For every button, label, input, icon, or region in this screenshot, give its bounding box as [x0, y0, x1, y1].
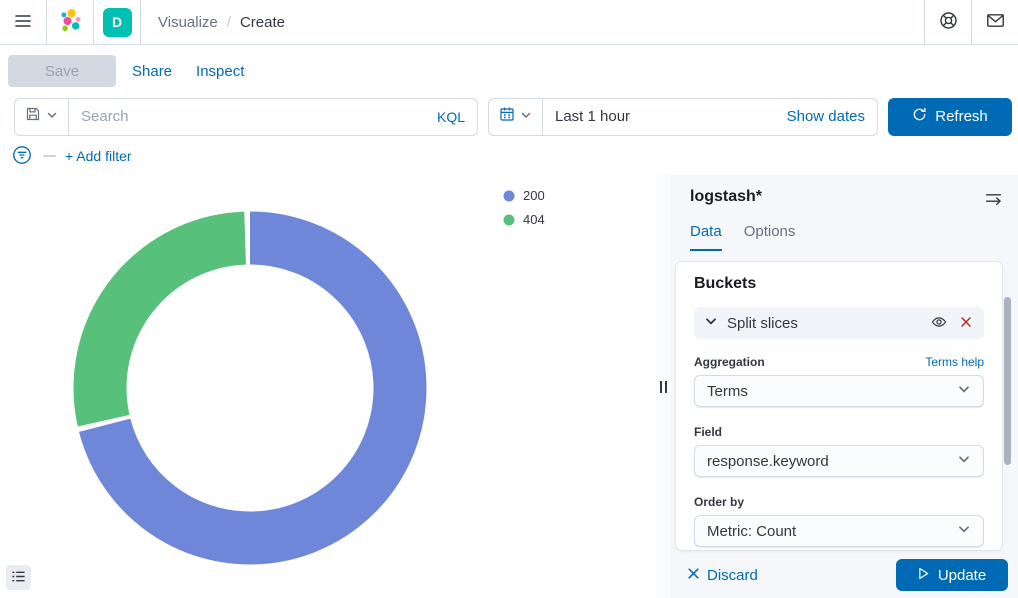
split-slices-row[interactable]: Split slices: [694, 307, 984, 339]
menu-right-icon: [985, 195, 1002, 210]
search-input[interactable]: [69, 108, 437, 125]
show-dates-button[interactable]: Show dates: [787, 108, 877, 125]
index-pattern-title: logstash*: [690, 188, 762, 206]
field-select[interactable]: response.keyword: [694, 445, 984, 477]
chevron-down-icon: [957, 522, 971, 540]
breadcrumb-create: Create: [240, 14, 285, 31]
toggle-visibility-button[interactable]: [929, 312, 949, 335]
hamburger-icon: [14, 13, 32, 32]
menu-button[interactable]: [0, 0, 46, 44]
buckets-card: Buckets Split slices: [676, 262, 1002, 550]
resizer-grip-icon: [660, 381, 662, 393]
visualization-area: 200 404: [0, 175, 655, 598]
top-header: D Visualize / Create: [0, 0, 1018, 45]
tab-data[interactable]: Data: [690, 223, 722, 251]
chevron-down-icon: [46, 108, 58, 126]
share-button[interactable]: Share: [132, 63, 172, 80]
query-bar: KQL Last 1 hour Show dates Refresh: [0, 96, 1018, 137]
split-slices-label: Split slices: [727, 315, 920, 332]
remove-bucket-button[interactable]: [958, 314, 974, 333]
space-switcher[interactable]: D: [94, 0, 140, 44]
field-label: Field: [694, 425, 984, 439]
saved-query-menu[interactable]: [15, 99, 69, 135]
update-button[interactable]: Update: [896, 559, 1008, 591]
filter-options-button[interactable]: [10, 143, 34, 170]
panel-resizer[interactable]: [655, 175, 671, 598]
breadcrumb-visualize[interactable]: Visualize: [158, 14, 218, 31]
refresh-button[interactable]: Refresh: [888, 98, 1012, 136]
aggregation-label: Aggregation: [694, 355, 765, 369]
eye-icon: [931, 314, 947, 333]
help-button[interactable]: [925, 0, 971, 44]
resizer-grip-icon: [665, 381, 667, 393]
order-by-value: Metric: Count: [707, 523, 796, 540]
cross-icon: [687, 567, 700, 584]
breadcrumb: Visualize / Create: [141, 14, 285, 31]
date-picker: Last 1 hour Show dates: [488, 98, 878, 136]
help-lifering-icon: [939, 11, 958, 33]
time-range-value[interactable]: Last 1 hour: [543, 108, 630, 125]
add-filter-button[interactable]: + Add filter: [65, 148, 132, 164]
editor-panel: logstash* Data Options Buckets Split sli…: [671, 175, 1018, 598]
search-box: KQL: [14, 98, 478, 136]
filter-divider: [43, 155, 56, 157]
legend-label-200: 200: [523, 188, 545, 203]
legend-dot-200: [503, 190, 515, 202]
refresh-label: Refresh: [935, 108, 988, 125]
filter-in-circle-icon: [12, 145, 32, 168]
space-badge: D: [103, 8, 132, 37]
refresh-icon: [912, 107, 927, 126]
filter-bar: + Add filter: [0, 137, 1018, 175]
elastic-logo-icon: [57, 8, 83, 37]
editor-footer: Discard Update: [671, 552, 1018, 598]
newsfeed-button[interactable]: [972, 0, 1018, 44]
kql-switcher[interactable]: KQL: [437, 109, 477, 125]
donut-chart: [70, 208, 430, 568]
chevron-down-icon: [520, 108, 532, 126]
collapse-panel-button[interactable]: [983, 188, 1004, 212]
aggregation-value: Terms: [707, 383, 748, 400]
buckets-heading: Buckets: [694, 275, 984, 293]
breadcrumb-separator: /: [227, 14, 231, 31]
red-cross-icon: [960, 316, 972, 331]
visualize-toolbar: Save Share Inspect: [0, 46, 1018, 96]
panel-scrollbar[interactable]: [1004, 297, 1011, 465]
aggregation-select[interactable]: Terms: [694, 375, 984, 407]
list-icon: [11, 569, 26, 587]
save-query-icon: [25, 106, 41, 127]
chevron-down-icon: [957, 382, 971, 400]
legend-toggle-button[interactable]: [6, 565, 31, 590]
main-content: 200 404 logstash*: [0, 175, 1018, 598]
save-button[interactable]: Save: [8, 55, 116, 87]
discard-label: Discard: [707, 567, 758, 584]
inspect-button[interactable]: Inspect: [196, 63, 244, 80]
chart-legend: 200 404: [503, 188, 545, 227]
legend-dot-404: [503, 214, 515, 226]
order-by-select[interactable]: Metric: Count: [694, 515, 984, 547]
update-label: Update: [938, 567, 986, 584]
field-value: response.keyword: [707, 453, 829, 470]
tab-options[interactable]: Options: [744, 223, 796, 251]
chevron-down-icon: [704, 314, 718, 333]
discard-button[interactable]: Discard: [687, 567, 758, 584]
mail-icon: [986, 11, 1005, 33]
calendar-icon: [499, 106, 515, 127]
legend-item-404[interactable]: 404: [503, 212, 545, 227]
date-quick-menu[interactable]: [489, 99, 543, 135]
terms-help-link[interactable]: Terms help: [925, 355, 984, 369]
play-icon: [918, 567, 929, 584]
editor-tabs: Data Options: [671, 223, 1018, 251]
legend-label-404: 404: [523, 212, 545, 227]
elastic-logo[interactable]: [47, 0, 93, 44]
order-by-label: Order by: [694, 495, 984, 509]
chevron-down-icon: [957, 452, 971, 470]
legend-item-200[interactable]: 200: [503, 188, 545, 203]
